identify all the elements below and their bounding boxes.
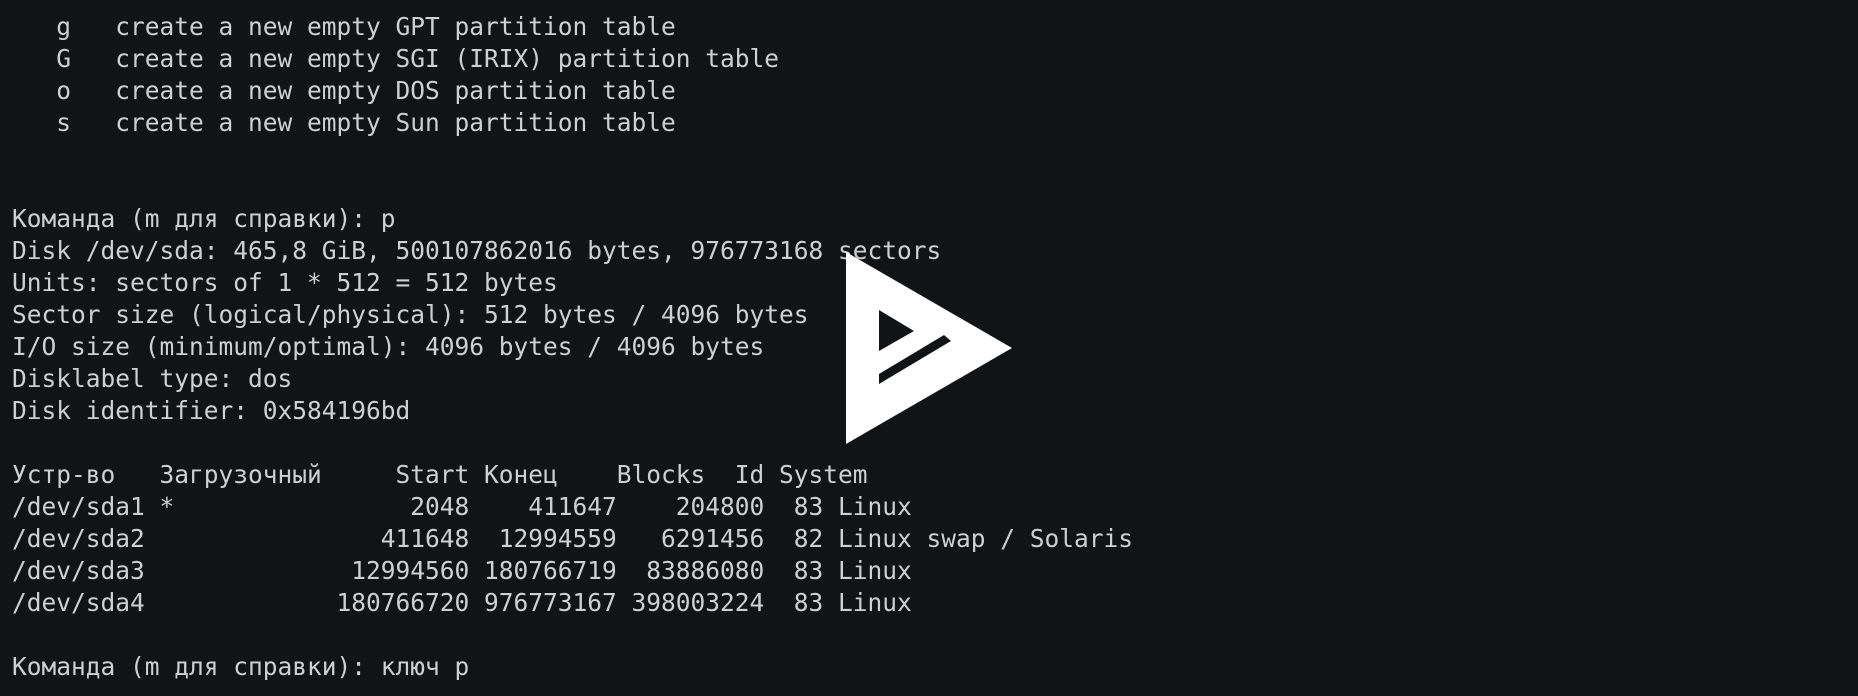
terminal-line: /dev/sda2 411648 12994559 6291456 82 Lin… bbox=[12, 524, 1134, 553]
terminal-line: /dev/sda1 * 2048 411647 204800 83 Linux bbox=[12, 492, 912, 521]
terminal-line: s create a new empty Sun partition table bbox=[12, 108, 676, 137]
terminal-line: /dev/sda4 180766720 976773167 398003224 … bbox=[12, 588, 912, 617]
terminal-line: o create a new empty DOS partition table bbox=[12, 76, 676, 105]
terminal-line: g create a new empty GPT partition table bbox=[12, 12, 676, 41]
terminal-line: G create a new empty SGI (IRIX) partitio… bbox=[12, 44, 780, 73]
terminal-line: Команда (m для справки): p bbox=[12, 204, 396, 233]
terminal-line: Команда (m для справки): ключ p bbox=[12, 652, 470, 681]
terminal-line: /dev/sda3 12994560 180766719 83886080 83… bbox=[12, 556, 912, 585]
terminal-line: Устр-во Загрузочный Start Конец Blocks I… bbox=[12, 460, 868, 489]
play-icon[interactable] bbox=[846, 252, 1012, 444]
